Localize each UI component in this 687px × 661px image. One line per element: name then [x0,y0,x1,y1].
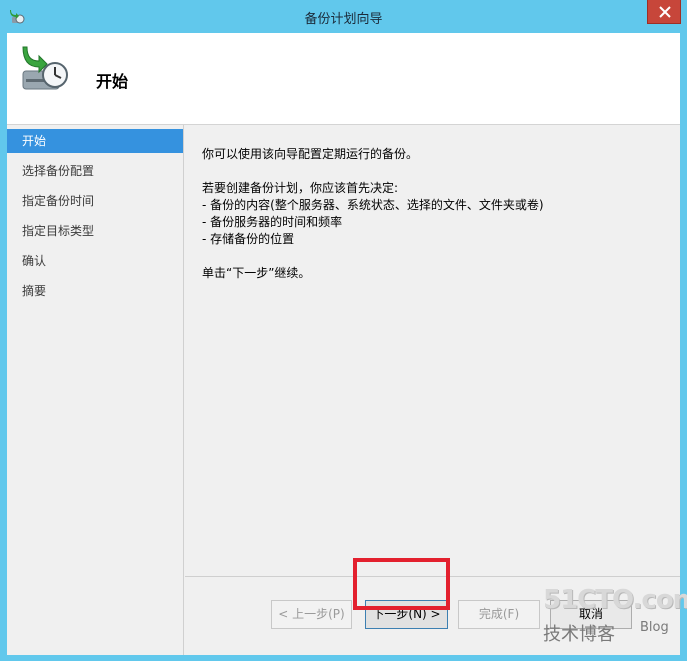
title-bar[interactable]: 备份计划向导 [0,0,687,33]
watermark-subtitle: 技术博客 [543,624,615,645]
decide-heading: 若要创建备份计划，你应该首先决定: [202,181,399,195]
sidebar-item-target-type[interactable]: 指定目标类型 [7,219,183,243]
bullet-item: - 存储备份的位置 [202,232,295,246]
page-title: 开始 [96,72,129,91]
wizard-content: 你可以使用该向导配置定期运行的备份。 若要创建备份计划，你应该首先决定: - 备… [185,125,680,576]
intro-text: 你可以使用该向导配置定期运行的备份。 [202,147,419,161]
bullet-item: - 备份服务器的时间和频率 [202,215,343,229]
bullet-item: - 备份的内容(整个服务器、系统状态、选择的文件、文件夹或卷) [202,198,544,212]
sidebar-item-confirm[interactable]: 确认 [7,249,183,273]
continue-hint: 单击“下一步”继续。 [202,266,311,280]
wizard-window: 备份计划向导 开始 开始 选择备份配置 指定备份时间 指定目标类型 确认 摘要 … [0,0,687,661]
next-button-highlight [353,558,450,610]
sidebar-item-start[interactable]: 开始 [7,129,183,153]
wizard-client: 开始 开始 选择备份配置 指定备份时间 指定目标类型 确认 摘要 你可以使用该向… [7,33,680,655]
prev-button[interactable]: < 上一步(P) [271,600,352,629]
sidebar-item-select-config[interactable]: 选择备份配置 [7,159,183,183]
backup-schedule-icon [17,45,69,97]
wizard-header: 开始 [7,33,680,125]
watermark-logo: 51CTO.com [543,585,687,615]
finish-button[interactable]: 完成(F) [458,600,540,629]
close-button[interactable] [647,0,681,24]
sidebar-item-summary[interactable]: 摘要 [7,279,183,303]
sidebar-item-specify-time[interactable]: 指定备份时间 [7,189,183,213]
wizard-steps-sidebar: 开始 选择备份配置 指定备份时间 指定目标类型 确认 摘要 [7,125,184,655]
close-icon [659,6,671,18]
watermark-blog: Blog [640,620,669,635]
window-title: 备份计划向导 [304,12,383,27]
watermark: 51CTO.com 技术博客 Blog [537,585,687,645]
